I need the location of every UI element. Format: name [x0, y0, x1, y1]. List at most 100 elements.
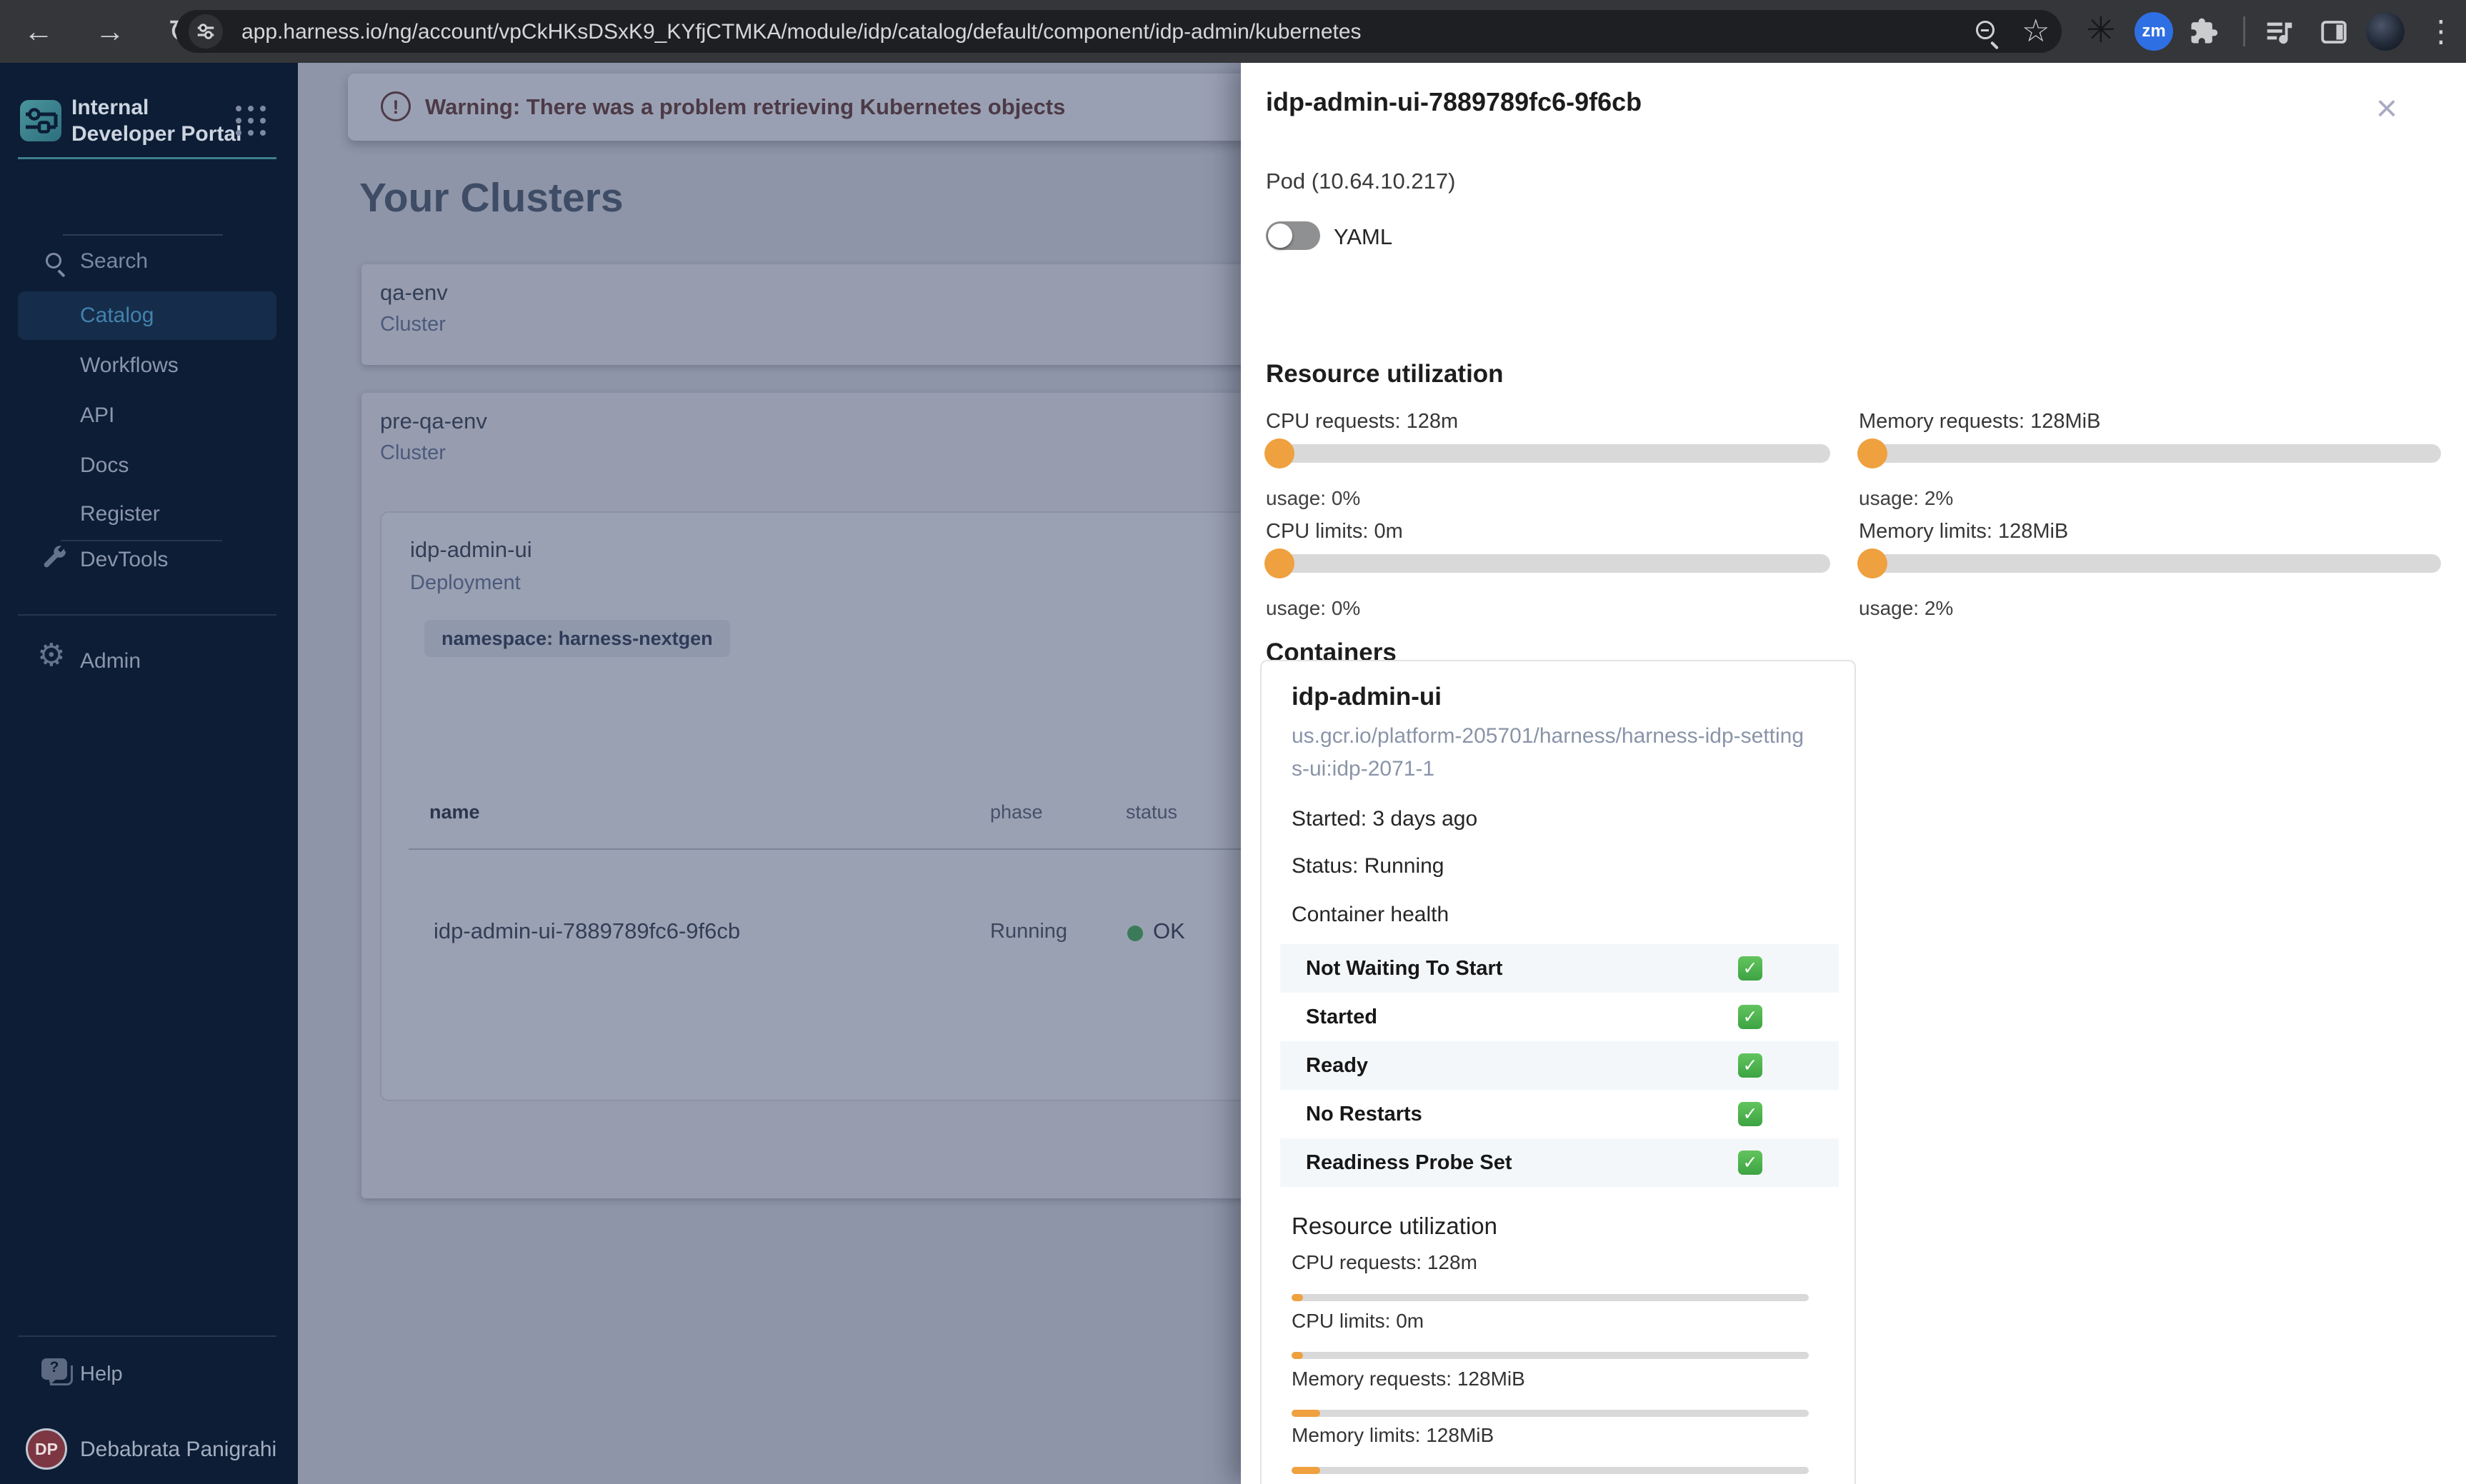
back-icon[interactable]: ←	[20, 13, 57, 50]
metric-label-cpu-limits: CPU limits: 0m	[1292, 1310, 1424, 1332]
container-name: idp-admin-ui	[1292, 683, 1442, 711]
sidebar-item-api[interactable]: API	[80, 401, 114, 430]
search-icon	[46, 253, 61, 269]
warning-text: Warning: There was a problem retrieving …	[425, 94, 1066, 119]
search-underline	[63, 234, 223, 236]
table-divider	[409, 848, 1294, 850]
ru-usage-cpu-requests: usage: 0%	[1266, 487, 1361, 509]
table-header-phase[interactable]: phase	[990, 801, 1043, 823]
deployment-kind: Deployment	[410, 571, 521, 594]
deployment-card: idp-admin-ui Deployment namespace: harne…	[380, 511, 1352, 1101]
idp-logo[interactable]	[20, 100, 61, 141]
zoom-out-icon[interactable]	[1976, 21, 1995, 39]
metric-bar-memory-requests	[1292, 1410, 1809, 1417]
card-resource-utilization-heading: Resource utilization	[1292, 1213, 1497, 1239]
help-icon-outline	[50, 1365, 73, 1385]
sidebar-divider	[18, 1335, 276, 1337]
gear-icon: ⚙	[37, 638, 66, 673]
ru-label-memory-limits: Memory limits: 128MiB	[1859, 520, 2069, 543]
ru-label-cpu-requests: CPU requests: 128m	[1266, 410, 1459, 433]
health-row: Ready ✓	[1280, 1041, 1839, 1090]
close-icon[interactable]: ×	[2367, 90, 2407, 130]
warning-banner: ! Warning: There was a problem retrievin…	[348, 74, 1348, 141]
app-grid-icon[interactable]	[236, 106, 267, 137]
metric-label-memory-requests: Memory requests: 128MiB	[1292, 1368, 1525, 1390]
metric-fill	[1292, 1352, 1303, 1359]
status-ok-dot	[1127, 926, 1143, 941]
media-queue-icon[interactable]	[2263, 16, 2296, 49]
browser-menu-icon[interactable]: ⋮	[2426, 13, 2456, 50]
url-bar[interactable]: app.harness.io/ng/account/vpCkHKsDSxK9_K…	[176, 10, 2062, 53]
sidebar-item-catalog[interactable]: Catalog	[80, 301, 154, 330]
user-initials: DP	[35, 1439, 58, 1458]
check-icon: ✓	[1738, 1005, 1762, 1029]
site-settings-icon[interactable]	[189, 14, 223, 49]
health-label: Ready	[1306, 1054, 1369, 1077]
pod-phase-cell: Running	[990, 920, 1068, 943]
browser-toolbar: ← → ↻ app.harness.io/ng/account/vpCkHKsD…	[0, 0, 2466, 63]
ru-label-memory-requests: Memory requests: 128MiB	[1859, 410, 2101, 433]
health-label: Not Waiting To Start	[1306, 957, 1503, 980]
sidebar-item-register[interactable]: Register	[80, 500, 160, 528]
sidebar-item-workflows[interactable]: Workflows	[80, 351, 179, 380]
wrench-icon	[40, 543, 69, 571]
sidebar-divider-teal	[18, 157, 276, 159]
user-avatar[interactable]: DP	[26, 1428, 67, 1470]
sidebar-item-help[interactable]: Help	[80, 1360, 123, 1388]
sidebar-item-search[interactable]: Search	[80, 247, 148, 276]
metric-bar-cpu-limits	[1292, 1352, 1809, 1359]
page-title: Your Clusters	[359, 175, 624, 221]
forward-icon[interactable]: →	[91, 13, 129, 50]
cluster-card-qa-env[interactable]: qa-env Cluster	[361, 264, 1362, 365]
health-row: Readiness Probe Set ✓	[1280, 1138, 1839, 1187]
ru-bar-memory-requests	[1857, 438, 2441, 468]
extension-spinner-icon[interactable]: ✳	[2086, 10, 2116, 50]
metric-fill	[1292, 1410, 1320, 1417]
ru-bar-cpu-requests	[1264, 438, 1830, 468]
check-icon: ✓	[1738, 1150, 1762, 1175]
namespace-chip: namespace: harness-nextgen	[424, 620, 730, 657]
yaml-toggle-knob[interactable]	[1268, 224, 1292, 248]
user-name[interactable]: Debabrata Panigrahi	[80, 1435, 276, 1464]
yaml-toggle[interactable]	[1266, 221, 1320, 250]
cluster-card-pre-qa-env[interactable]: pre-qa-env Cluster idp-admin-ui Deployme…	[361, 393, 1362, 1198]
sidebar-item-docs[interactable]: Docs	[80, 451, 129, 480]
table-header-status[interactable]: status	[1126, 801, 1177, 823]
check-icon: ✓	[1738, 956, 1762, 981]
sidebar-item-devtools[interactable]: DevTools	[80, 546, 168, 574]
side-panel-icon[interactable]	[2319, 17, 2349, 47]
ru-usage-memory-limits: usage: 2%	[1859, 597, 1954, 619]
metric-fill	[1292, 1467, 1320, 1474]
deployment-name: idp-admin-ui	[410, 537, 532, 562]
zoom-extension-icon[interactable]: zm	[2135, 12, 2173, 51]
ru-bar-cpu-limits	[1264, 548, 1830, 578]
url-text[interactable]: app.harness.io/ng/account/vpCkHKsDSxK9_K…	[241, 20, 1362, 44]
health-label: Readiness Probe Set	[1306, 1151, 1512, 1174]
ru-usage-cpu-limits: usage: 0%	[1266, 597, 1361, 619]
pod-subtitle: Pod (10.64.10.217)	[1266, 169, 1456, 194]
sidebar-divider	[18, 614, 276, 616]
ru-usage-memory-requests: usage: 2%	[1859, 487, 1954, 509]
health-label: Started	[1306, 1006, 1377, 1028]
check-icon: ✓	[1738, 1102, 1762, 1126]
cluster-kind: Cluster	[380, 441, 446, 464]
sidebar-item-admin[interactable]: Admin	[80, 647, 141, 676]
bookmark-star-icon[interactable]: ☆	[2022, 16, 2050, 47]
cluster-name: qa-env	[380, 280, 448, 305]
container-card: idp-admin-ui us.gcr.io/platform-205701/h…	[1260, 660, 1856, 1484]
table-header-name[interactable]: name	[429, 801, 480, 823]
metric-label-cpu-requests: CPU requests: 128m	[1292, 1251, 1477, 1273]
resource-utilization-heading: Resource utilization	[1266, 360, 1504, 388]
ru-indicator-dot	[1857, 548, 1887, 578]
toolbar-separator	[2243, 16, 2245, 46]
metric-fill	[1292, 1294, 1303, 1301]
ru-indicator-dot	[1857, 438, 1887, 468]
container-image: us.gcr.io/platform-205701/harness/harnes…	[1292, 724, 1804, 781]
extensions-puzzle-icon[interactable]	[2187, 16, 2219, 47]
profile-avatar[interactable]	[2366, 12, 2405, 51]
brand-title: Internal Developer Portal	[71, 96, 242, 146]
health-row: Not Waiting To Start ✓	[1280, 944, 1839, 993]
check-icon: ✓	[1738, 1053, 1762, 1078]
sidebar-divider	[61, 540, 222, 541]
health-row: No Restarts ✓	[1280, 1090, 1839, 1138]
